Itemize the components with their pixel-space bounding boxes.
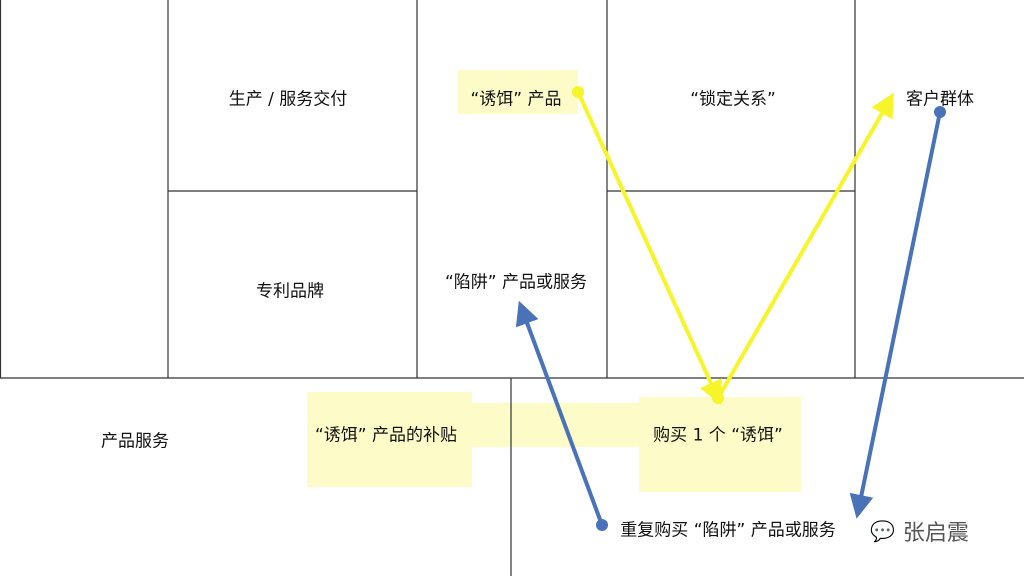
wechat-icon: 💬	[870, 519, 895, 543]
bait-subsidy-label: “诱饵” 产品的补贴	[314, 425, 458, 446]
lock-relationship-label: “锁定关系”	[690, 89, 776, 110]
bait-product-label: “诱饵” 产品	[470, 89, 562, 110]
product-service-label: 产品服务	[101, 431, 169, 452]
watermark: 💬 张启震	[870, 515, 969, 547]
yellow-dot	[712, 392, 724, 404]
buy-bait-label: 购买 1 个 “诱饵”	[653, 425, 783, 446]
blue-dot	[596, 519, 608, 531]
watermark-text: 张启震	[902, 521, 969, 546]
yellow-dot	[572, 86, 584, 98]
patent-brand-label: 专利品牌	[256, 281, 324, 302]
blue-arrow	[515, 111, 942, 526]
yellow-arrow	[576, 91, 894, 405]
customer-segment-label: 客户群体	[906, 89, 974, 110]
business-model-canvas: 生产 / 服务交付 专利品牌 “诱饵” 产品 “陷阱” 产品或服务 “锁定关系”…	[0, 0, 1024, 576]
repeat-purchase-label: 重复购买 “陷阱” 产品或服务	[620, 520, 836, 541]
production-label: 生产 / 服务交付	[228, 89, 348, 110]
trap-product-label: “陷阱” 产品或服务	[444, 272, 588, 293]
